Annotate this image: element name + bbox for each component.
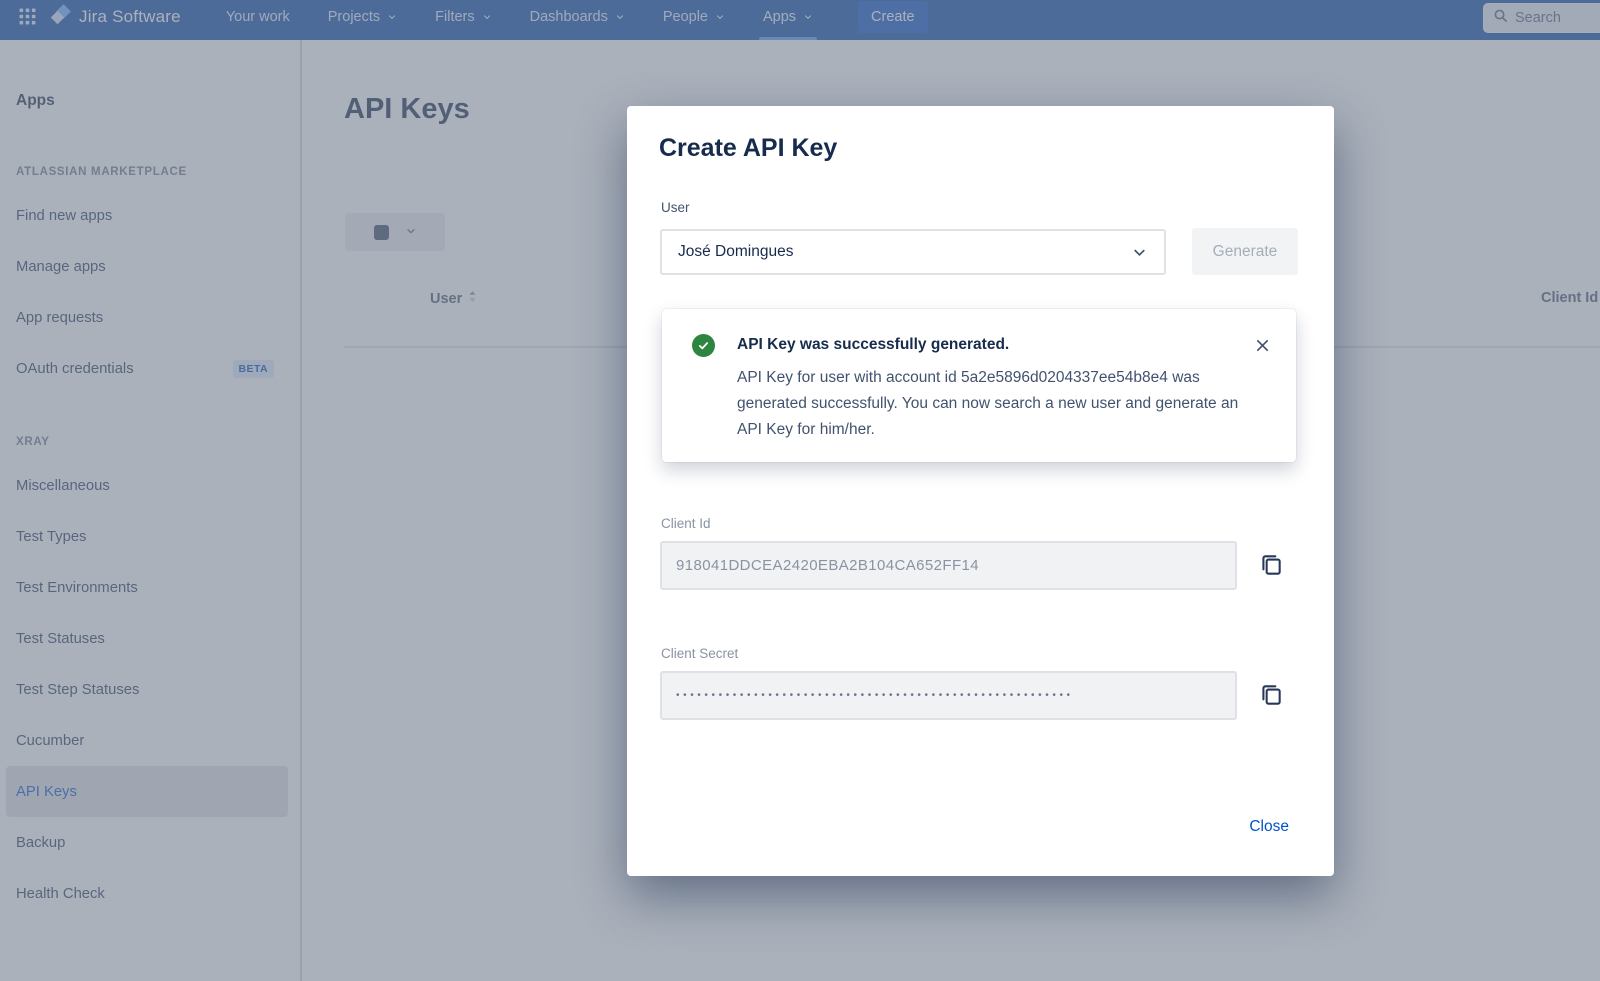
close-icon[interactable]	[1252, 335, 1272, 355]
user-select-value: José Domingues	[678, 243, 793, 261]
user-select[interactable]: José Domingues	[660, 229, 1166, 275]
copy-icon	[1258, 552, 1284, 581]
success-icon	[692, 334, 715, 357]
copy-icon	[1258, 682, 1284, 711]
user-field-label: User	[661, 200, 690, 215]
client-secret-field: ••••••••••••••••••••••••••••••••••••••••…	[660, 671, 1237, 720]
copy-client-secret-button[interactable]	[1254, 679, 1288, 713]
copy-client-id-button[interactable]	[1254, 549, 1288, 583]
close-modal-link[interactable]: Close	[1249, 818, 1289, 836]
modal-title: Create API Key	[659, 134, 837, 163]
client-id-field: 918041DDCEA2420EBA2B104CA652FF14	[660, 541, 1237, 590]
client-secret-label: Client Secret	[661, 646, 738, 661]
generate-button[interactable]: Generate	[1192, 228, 1298, 275]
client-id-label: Client Id	[661, 516, 711, 531]
flag-title: API Key was successfully generated.	[737, 336, 1009, 354]
chevron-down-icon	[1131, 244, 1148, 261]
flag-body: API Key for user with account id 5a2e589…	[737, 365, 1261, 443]
create-api-key-modal: Create API Key User José Domingues Gener…	[627, 106, 1334, 876]
success-flag: API Key was successfully generated. API …	[662, 309, 1296, 462]
